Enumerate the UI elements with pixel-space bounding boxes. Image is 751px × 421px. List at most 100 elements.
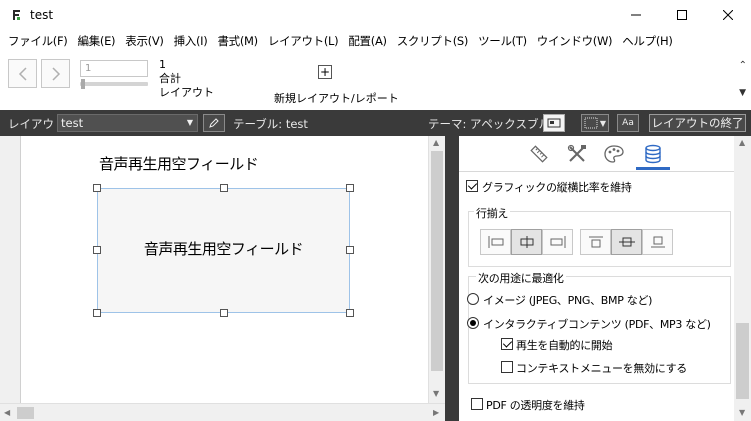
scroll-up-icon[interactable]: ▲	[739, 138, 745, 147]
interactive-option-label: インタラクティブコンテンツ (PDF、MP3 など)	[483, 318, 711, 331]
record-slider-track[interactable]	[80, 82, 148, 86]
record-slider-thumb[interactable]	[81, 79, 85, 89]
resize-handle-bottom-left[interactable]	[93, 309, 101, 317]
menu-tools[interactable]: ツール(T)	[473, 33, 532, 49]
menu-edit[interactable]: 編集(E)	[73, 33, 121, 49]
maximize-icon	[677, 10, 687, 20]
align-top-icon	[588, 236, 603, 248]
inspector-scroll-thumb[interactable]	[736, 323, 749, 399]
window-title: test	[30, 8, 54, 22]
keep-aspect-label: グラフィックの縦横比率を維持	[482, 181, 632, 194]
caret-down-icon: ▼	[186, 118, 193, 127]
caret-down-icon[interactable]: ▼	[739, 88, 746, 98]
align-left-icon	[488, 236, 503, 248]
resize-handle-bottom-right[interactable]	[346, 309, 354, 317]
menu-format[interactable]: 書式(M)	[212, 33, 262, 49]
scroll-left-icon[interactable]: ◀	[4, 408, 10, 417]
alignment-title: 行揃え	[474, 205, 511, 221]
minimize-button[interactable]	[613, 0, 659, 30]
menu-file[interactable]: ファイル(F)	[3, 33, 73, 49]
next-record-button[interactable]	[41, 59, 70, 88]
current-record-input[interactable]: 1	[80, 60, 148, 77]
interactive-option-radio[interactable]	[467, 317, 479, 329]
disable-context-menu-checkbox[interactable]	[501, 361, 513, 373]
align-middle-icon	[618, 237, 635, 247]
theme-label: テーマ: アペックスブルー	[428, 117, 562, 131]
field-label-text[interactable]: 音声再生用空フィールド	[99, 153, 259, 174]
align-right-button[interactable]	[542, 229, 573, 255]
tab-position[interactable]	[525, 142, 553, 166]
align-left-button[interactable]	[480, 229, 511, 255]
align-bottom-icon	[650, 236, 665, 248]
menu-window[interactable]: ウインドウ(W)	[532, 33, 617, 49]
title-bar: test	[0, 0, 751, 30]
menu-help[interactable]: ヘルプ(H)	[617, 33, 677, 49]
maximize-button[interactable]	[659, 0, 705, 30]
image-option-radio[interactable]	[467, 293, 479, 305]
resize-handle-bottom[interactable]	[220, 309, 228, 317]
resize-handle-top-left[interactable]	[93, 184, 101, 192]
resize-handle-top[interactable]	[220, 184, 228, 192]
chevron-double-up-icon[interactable]: ⌃	[739, 60, 747, 71]
pencil-icon	[209, 118, 219, 128]
scroll-down-icon[interactable]: ▼	[739, 408, 745, 417]
field-box-text: 音声再生用空フィールド	[143, 240, 304, 258]
align-center-button[interactable]	[511, 229, 542, 255]
align-bottom-button[interactable]	[642, 229, 673, 255]
tab-appearance[interactable]	[600, 142, 628, 166]
menu-view[interactable]: 表示(V)	[120, 33, 168, 49]
keep-aspect-checkbox[interactable]	[466, 180, 478, 192]
new-layout-icon[interactable]: +	[318, 65, 332, 79]
chevron-left-icon	[18, 66, 27, 81]
filemaker-app-icon	[11, 9, 21, 21]
scroll-right-icon[interactable]: ▶	[433, 408, 439, 417]
canvas-vertical-scrollbar[interactable]: ▲ ▼	[428, 136, 445, 403]
edit-layout-button[interactable]	[203, 114, 225, 132]
text-style-button[interactable]: Aa	[617, 114, 639, 132]
scroll-up-icon[interactable]: ▲	[433, 138, 439, 147]
horizontal-scroll-thumb[interactable]	[17, 407, 34, 419]
close-button[interactable]	[705, 0, 751, 30]
change-theme-button[interactable]	[543, 114, 565, 132]
resize-handle-left[interactable]	[93, 246, 101, 254]
layout-select-value: test	[61, 116, 84, 130]
autoplay-label: 再生を自動的に開始	[516, 339, 613, 352]
active-tab-indicator	[636, 167, 670, 170]
tab-data[interactable]	[639, 142, 667, 166]
new-layout-button[interactable]: 新規レイアウト/レポート	[274, 90, 399, 106]
resize-handle-top-right[interactable]	[346, 184, 354, 192]
layout-select[interactable]: test ▼	[57, 114, 198, 132]
inspector-scrollbar[interactable]: ▲ ▼	[734, 136, 751, 421]
grid-toggle-button[interactable]: ▼	[581, 114, 609, 132]
status-toolbar: 1 1 合計 レイアウト + 新規レイアウト/レポート ⌃ ▼	[0, 52, 751, 110]
minimize-icon	[631, 14, 641, 16]
layout-bar: レイアウト: test ▼ テーブル: test テーマ: アペックスブルー ▼…	[0, 110, 751, 136]
chevron-right-icon	[51, 66, 60, 81]
previous-record-button[interactable]	[8, 59, 37, 88]
inspector-tabs	[459, 136, 734, 172]
resize-handle-right[interactable]	[346, 246, 354, 254]
panel-divider[interactable]	[445, 136, 459, 421]
vertical-scroll-thumb[interactable]	[431, 151, 443, 371]
exit-layout-button[interactable]: レイアウトの終了	[649, 114, 746, 132]
align-right-icon	[550, 236, 565, 248]
canvas-horizontal-scrollbar[interactable]: ◀ ▶	[0, 403, 445, 421]
align-top-button[interactable]	[580, 229, 611, 255]
scroll-down-icon[interactable]: ▼	[433, 389, 439, 398]
pdf-transparency-checkbox[interactable]	[471, 398, 483, 410]
container-field[interactable]: 音声再生用空フィールド	[97, 188, 350, 313]
align-middle-button[interactable]	[611, 229, 642, 255]
autoplay-checkbox[interactable]	[501, 338, 513, 350]
ruler-icon	[530, 145, 548, 163]
menu-insert[interactable]: 挿入(I)	[169, 33, 213, 49]
record-count: 1	[159, 58, 166, 71]
tools-icon	[567, 144, 586, 162]
layout-count-label: レイアウト	[159, 86, 214, 99]
menu-scripts[interactable]: スクリプト(S)	[392, 33, 473, 49]
menu-arrange[interactable]: 配置(A)	[343, 33, 391, 49]
menu-layout[interactable]: レイアウト(L)	[263, 33, 343, 49]
database-icon	[645, 144, 661, 164]
tab-styles[interactable]	[563, 142, 591, 166]
palette-icon	[604, 145, 624, 163]
menu-bar: ファイル(F) 編集(E) 表示(V) 挿入(I) 書式(M) レイアウト(L)…	[0, 30, 751, 52]
